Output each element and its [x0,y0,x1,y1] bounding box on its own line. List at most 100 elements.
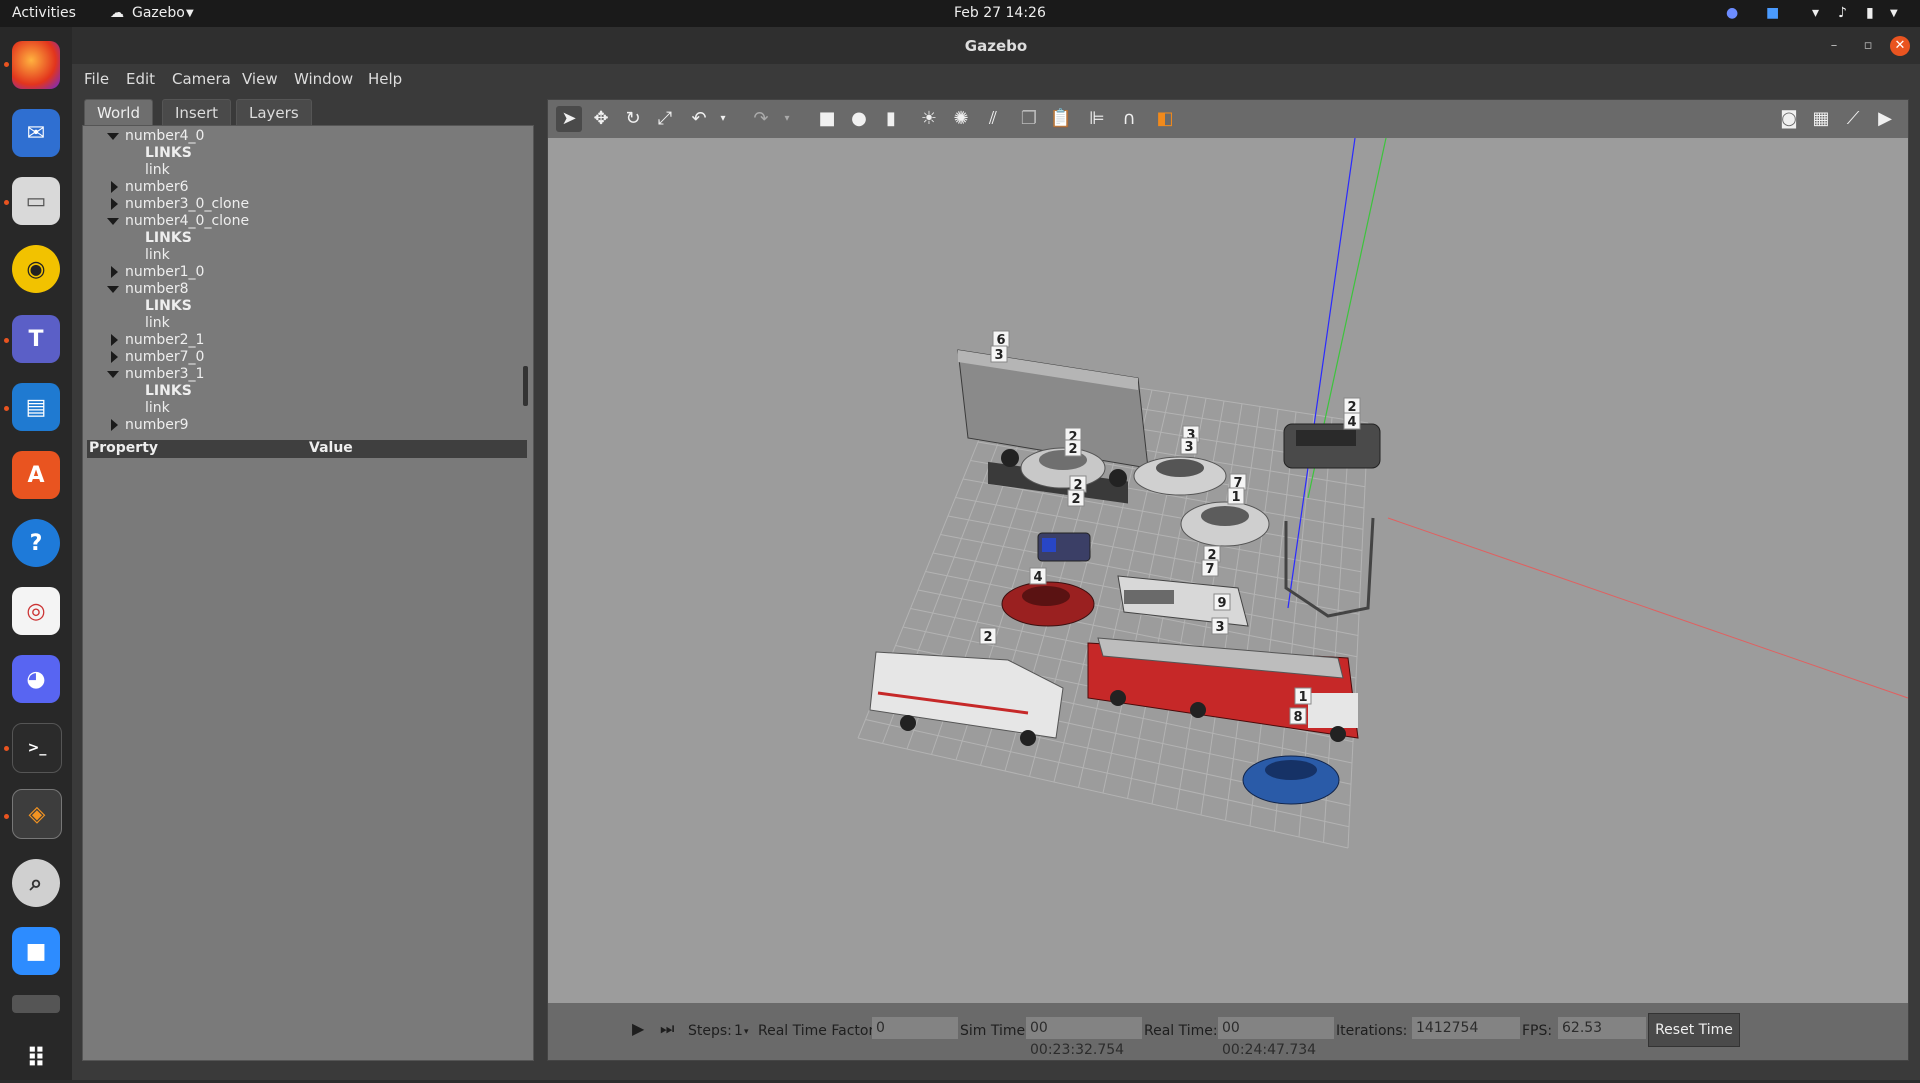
cylinder-shape-icon[interactable]: ▮ [878,106,904,132]
tree-links-group[interactable]: LINKS [145,298,192,314]
expand-arrow-icon[interactable] [111,351,118,363]
model-car-red[interactable] [1001,581,1095,627]
record-video-icon[interactable]: ▶ [1872,106,1898,132]
tree-model-item[interactable]: number2_1 [125,332,204,348]
step-icon[interactable]: ⏭ [660,1019,674,1039]
model-car-silver-3[interactable] [1180,501,1270,547]
tree-link-item[interactable]: link [145,315,170,331]
teams-tray-icon[interactable]: ● [1726,5,1738,21]
menu-window[interactable]: Window [294,70,353,88]
reset-time-button[interactable]: Reset Time [1648,1013,1740,1047]
zoom-tray-icon[interactable]: ■ [1766,5,1779,21]
scene-render[interactable]: 63223324712227931842 [548,138,1908,1003]
3d-viewport[interactable]: 63223324712227931842 [548,138,1908,1003]
discord-icon[interactable]: ◕ [12,655,60,703]
copy-icon[interactable]: ❐ [1016,106,1042,132]
paste-icon[interactable]: 📋 [1048,106,1074,132]
expand-arrow-icon[interactable] [111,334,118,346]
expand-arrow-icon[interactable] [111,419,118,431]
tree-model-item[interactable]: number3_0_clone [125,196,249,212]
firefox-icon[interactable] [12,41,60,89]
scale-icon[interactable]: ⤢ [652,106,678,132]
system-menu-chevron-icon[interactable]: ▼ [1890,8,1898,19]
model-ambulance[interactable] [869,651,1064,746]
tree-scrollbar[interactable] [523,366,528,406]
plot-icon[interactable]: ⟋ [1840,106,1866,132]
help-icon[interactable]: ? [12,519,60,567]
expand-arrow-icon[interactable] [111,198,118,210]
menu-file[interactable]: File [84,70,109,88]
undo-icon[interactable]: ↶ [686,106,712,132]
collapse-arrow-icon[interactable] [107,286,119,293]
redo-dropdown-icon[interactable]: ▾ [774,106,800,132]
tab-insert[interactable]: Insert [162,99,232,126]
steps-value[interactable]: 1 [734,1023,743,1039]
drive-icon[interactable] [12,995,60,1013]
thunderbird-icon[interactable]: ✉ [12,109,60,157]
model-atv-blue[interactable] [1037,532,1091,562]
model-car-silver-1[interactable] [1020,447,1106,489]
menu-help[interactable]: Help [368,70,402,88]
menu-view[interactable]: View [242,70,278,88]
model-car-silver-2[interactable] [1133,456,1227,496]
document-viewer-icon[interactable]: ◎ [12,587,60,635]
undo-dropdown-icon[interactable]: ▾ [710,106,736,132]
align-icon[interactable]: ⊫ [1084,106,1110,132]
menu-edit[interactable]: Edit [126,70,155,88]
expand-arrow-icon[interactable] [111,181,118,193]
magnifier-icon[interactable]: ⌕ [12,859,60,907]
volume-icon[interactable]: ♪ [1838,5,1847,21]
menu-camera[interactable]: Camera [172,70,231,88]
spot-light-icon[interactable]: ✺ [948,106,974,132]
model-tree[interactable]: number4_0 LINKS link number6 number3_0_clone… [83,126,523,440]
expand-arrow-icon[interactable] [111,266,118,278]
gazebo-icon[interactable]: ◈ [12,789,62,839]
translate-icon[interactable]: ✥ [588,106,614,132]
title-bar[interactable]: Gazebo – ▫ ✕ [72,27,1920,64]
collapse-arrow-icon[interactable] [107,133,119,140]
tree-model-item[interactable]: number4_0_clone [125,213,249,229]
tree-link-item[interactable]: link [145,400,170,416]
rotate-icon[interactable]: ↻ [620,106,646,132]
model-car-blue[interactable] [1242,755,1340,805]
tree-model-item[interactable]: number3_1 [125,366,204,382]
tree-model-item[interactable]: number1_0 [125,264,204,280]
play-icon[interactable]: ▶ [632,1019,644,1038]
tree-link-item[interactable]: link [145,162,170,178]
log-icon[interactable]: ▦ [1808,106,1834,132]
sphere-shape-icon[interactable]: ● [846,106,872,132]
model-suv-black[interactable] [1283,423,1381,469]
redo-icon[interactable]: ↷ [748,106,774,132]
files-icon[interactable]: ▭ [12,177,60,225]
tab-layers[interactable]: Layers [236,99,312,126]
close-icon[interactable]: ✕ [1890,36,1910,56]
writer-icon[interactable]: ▤ [12,383,60,431]
tree-model-item[interactable]: number9 [125,417,189,433]
tab-world[interactable]: World [84,99,153,126]
wifi-icon[interactable]: ▾ [1812,5,1819,21]
app-menu-button[interactable]: Gazebo [132,5,185,21]
battery-icon[interactable]: ▮ [1866,5,1874,21]
tree-links-group[interactable]: LINKS [145,383,192,399]
zoom-icon[interactable]: ■ [12,927,60,975]
show-apps-icon[interactable]: ⠿ [12,1035,60,1083]
clock[interactable]: Feb 27 14:26 [954,5,1046,21]
tree-model-item[interactable]: number4_0 [125,128,204,144]
tree-links-group[interactable]: LINKS [145,230,192,246]
teams-icon[interactable]: T [12,315,60,363]
view-angle-icon[interactable]: ◧ [1152,106,1178,132]
minimize-icon[interactable]: – [1824,36,1844,56]
software-center-icon[interactable]: A [12,451,60,499]
directional-light-icon[interactable]: ⫽ [980,106,1006,132]
tree-links-group[interactable]: LINKS [145,145,192,161]
maximize-icon[interactable]: ▫ [1858,36,1878,56]
activities-button[interactable]: Activities [12,5,76,21]
steps-chevron-icon[interactable]: ▾ [744,1027,749,1037]
collapse-arrow-icon[interactable] [107,371,119,378]
snap-magnet-icon[interactable]: ∩ [1116,106,1142,132]
tree-model-item[interactable]: number6 [125,179,189,195]
collapse-arrow-icon[interactable] [107,218,119,225]
tree-link-item[interactable]: link [145,247,170,263]
screenshot-icon[interactable]: ◙ [1776,106,1802,132]
tree-model-item[interactable]: number7_0 [125,349,204,365]
